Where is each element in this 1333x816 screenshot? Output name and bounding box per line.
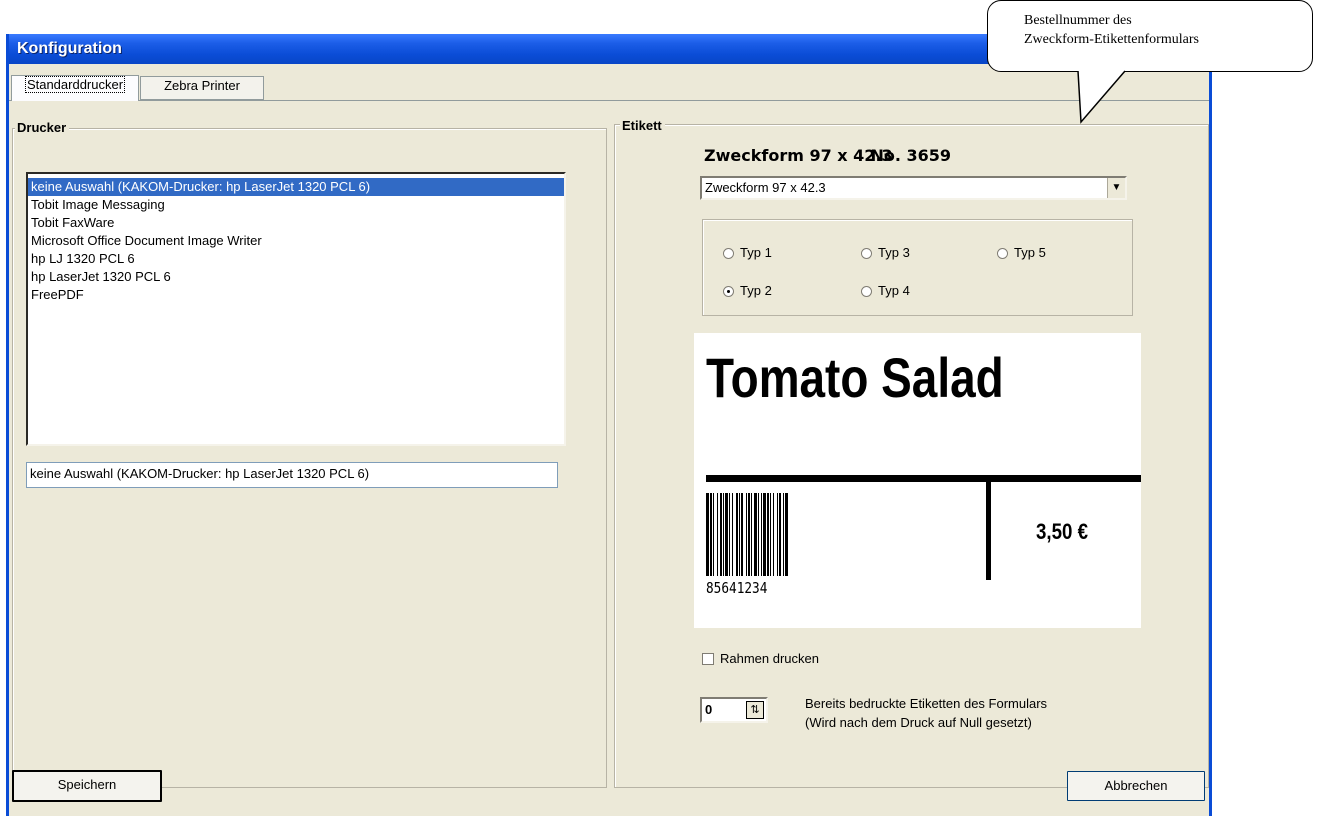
print-frame-checkbox[interactable]: Rahmen drucken (702, 651, 819, 667)
printer-group-label: Drucker (15, 120, 70, 136)
callout-line1: Bestellnummer des (1024, 13, 1132, 28)
label-preview: Tomato Salad 85641234 3,50 € (694, 333, 1141, 628)
radio-label: Typ 1 (740, 245, 772, 260)
printed-count-spinner[interactable]: 0 ⇅ (700, 697, 768, 723)
callout-pointer (1077, 70, 1126, 124)
preview-divider (706, 475, 1141, 482)
barcode-number: 85641234 (706, 579, 768, 597)
checkbox-box (702, 653, 714, 665)
tab-label: Standarddrucker (24, 76, 126, 93)
radio-circle (723, 248, 734, 259)
callout-line2: Zweckform-Etikettenformulars (1024, 32, 1199, 47)
radio-circle (997, 248, 1008, 259)
selected-printer-field[interactable]: keine Auswahl (KAKOM-Drucker: hp LaserJe… (26, 462, 558, 488)
order-number: No. 3659 (870, 146, 951, 165)
preview-price: 3,50 € (1036, 519, 1088, 544)
list-item[interactable]: hp LaserJet 1320 PCL 6 (28, 268, 564, 286)
barcode (706, 493, 882, 576)
preview-vertical-divider (986, 480, 991, 580)
spinner-arrows-icon[interactable]: ⇅ (746, 701, 764, 719)
radio-label: Typ 5 (1014, 245, 1046, 260)
label-format-select[interactable]: Zweckform 97 x 42.3 ▼ (700, 176, 1127, 200)
print-frame-label: Rahmen drucken (720, 651, 819, 666)
tab-label: Zebra Printer (164, 78, 240, 93)
label-format-select-value: Zweckform 97 x 42.3 (705, 180, 826, 195)
radio-typ-5[interactable]: Typ 5 (997, 245, 1046, 261)
window-title: Konfiguration (17, 40, 122, 57)
tab-zebra-printer[interactable]: Zebra Printer (140, 76, 264, 100)
radio-typ-3[interactable]: Typ 3 (861, 245, 910, 261)
radio-typ-1[interactable]: Typ 1 (723, 245, 772, 261)
radio-typ-4[interactable]: Typ 4 (861, 283, 910, 299)
save-button[interactable]: Speichern (12, 770, 162, 802)
preview-title: Tomato Salad (706, 346, 1004, 409)
callout-bubble: Bestellnummer des Zweckform-Etikettenfor… (987, 0, 1313, 72)
list-item[interactable]: Tobit FaxWare (28, 214, 564, 232)
list-item[interactable]: Tobit Image Messaging (28, 196, 564, 214)
radio-circle (861, 286, 872, 297)
radio-circle (723, 286, 734, 297)
printed-count-label-line2: (Wird nach dem Druck auf Null gesetzt) (805, 715, 1032, 730)
radio-label: Typ 4 (878, 283, 910, 298)
list-item[interactable]: FreePDF (28, 286, 564, 304)
printed-count-value: 0 (705, 702, 713, 717)
list-item[interactable]: Microsoft Office Document Image Writer (28, 232, 564, 250)
printed-count-description: Bereits bedruckte Etiketten des Formular… (805, 694, 1047, 732)
printer-listbox[interactable]: keine Auswahl (KAKOM-Drucker: hp LaserJe… (26, 172, 566, 446)
cancel-button[interactable]: Abbrechen (1067, 771, 1205, 801)
radio-circle (861, 248, 872, 259)
label-group-label: Etikett (620, 118, 665, 134)
configuration-window: Konfiguration Standarddrucker Zebra Prin… (6, 34, 1212, 816)
list-item[interactable]: hp LJ 1320 PCL 6 (28, 250, 564, 268)
label-format-name: Zweckform 97 x 42.3 (704, 146, 893, 165)
list-item[interactable]: keine Auswahl (KAKOM-Drucker: hp LaserJe… (28, 178, 564, 196)
printed-count-label-line1: Bereits bedruckte Etiketten des Formular… (805, 696, 1048, 711)
tab-standarddrucker[interactable]: Standarddrucker (11, 75, 139, 101)
label-type-group: Typ 1 Typ 2 Typ 3 Typ 4 Typ 5 (702, 219, 1133, 316)
chevron-down-icon[interactable]: ▼ (1107, 178, 1125, 198)
radio-label: Typ 3 (878, 245, 910, 260)
radio-typ-2[interactable]: Typ 2 (723, 283, 772, 299)
radio-label: Typ 2 (740, 283, 772, 298)
